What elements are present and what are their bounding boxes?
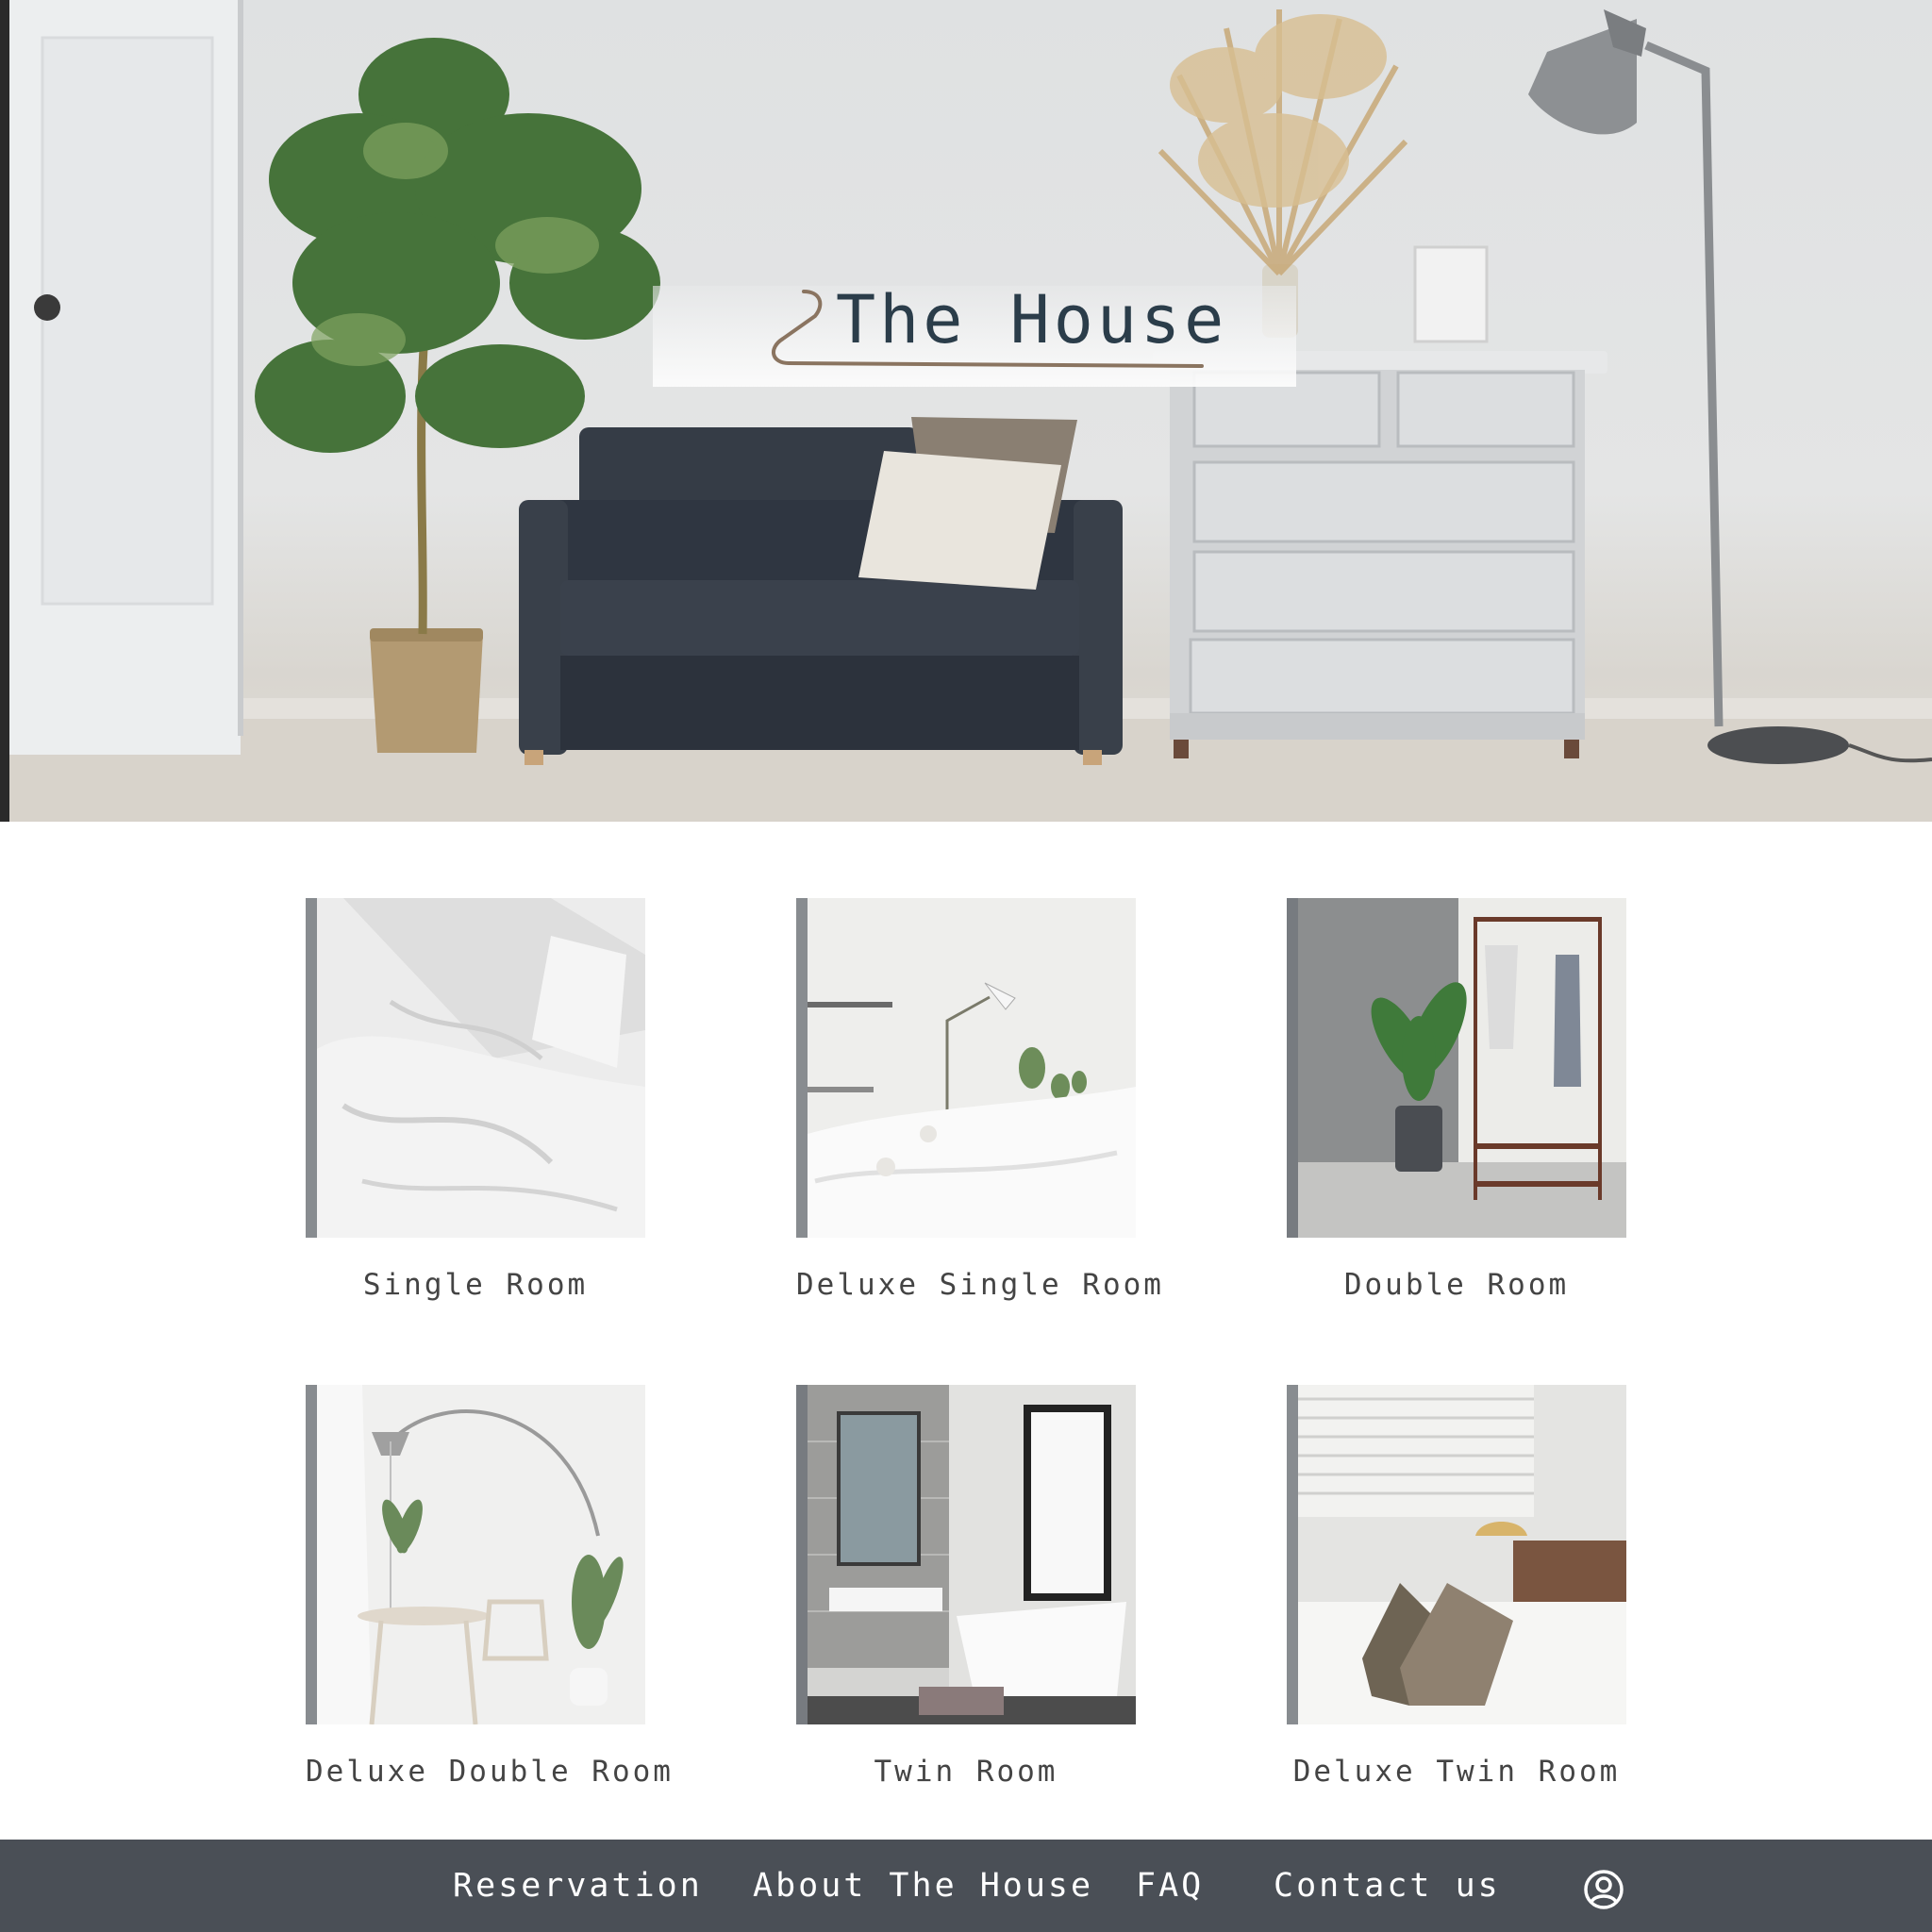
room-photo[interactable] — [1287, 898, 1626, 1238]
room-card[interactable]: Single Room — [306, 898, 645, 1302]
room-photo[interactable] — [306, 1385, 645, 1724]
hero-banner: The House — [0, 0, 1932, 822]
room-card[interactable]: Double Room — [1287, 898, 1626, 1302]
room-name[interactable]: Twin Room — [796, 1755, 1136, 1789]
footer-nav: Reservation About The House FAQ Contact … — [0, 1840, 1932, 1932]
room-name[interactable]: Single Room — [306, 1268, 645, 1302]
room-name[interactable]: Deluxe Single Room — [796, 1268, 1161, 1302]
living-room-photo — [0, 0, 1932, 822]
site-title: The House — [836, 281, 1228, 358]
user-circle-icon[interactable] — [1583, 1869, 1624, 1910]
pillows-bed-photo — [1287, 1385, 1626, 1724]
room-name[interactable]: Deluxe Twin Room — [1287, 1755, 1626, 1789]
room-photo[interactable] — [796, 898, 1136, 1238]
room-name[interactable]: Double Room — [1287, 1268, 1626, 1302]
dining-corner-photo — [306, 1385, 645, 1724]
room-card[interactable]: Deluxe Twin Room — [1287, 1385, 1626, 1789]
room-card[interactable]: Deluxe Single Room — [796, 898, 1161, 1302]
nav-contact[interactable]: Contact us — [1274, 1840, 1501, 1932]
room-photo[interactable] — [1287, 1385, 1626, 1724]
room-card[interactable]: Deluxe Double Room — [306, 1385, 671, 1789]
clothes-rack-photo — [1287, 898, 1626, 1238]
nav-reservation[interactable]: Reservation — [453, 1840, 703, 1932]
room-name[interactable]: Deluxe Double Room — [306, 1755, 671, 1789]
room-photo[interactable] — [306, 898, 645, 1238]
white-bedding-photo — [306, 898, 645, 1238]
bright-bedroom-photo — [796, 898, 1136, 1238]
nav-faq[interactable]: FAQ — [1136, 1840, 1204, 1932]
nav-about[interactable]: About The House — [753, 1840, 1093, 1932]
room-photo[interactable] — [796, 1385, 1136, 1724]
room-card[interactable]: Twin Room — [796, 1385, 1136, 1789]
bathroom-photo — [796, 1385, 1136, 1724]
